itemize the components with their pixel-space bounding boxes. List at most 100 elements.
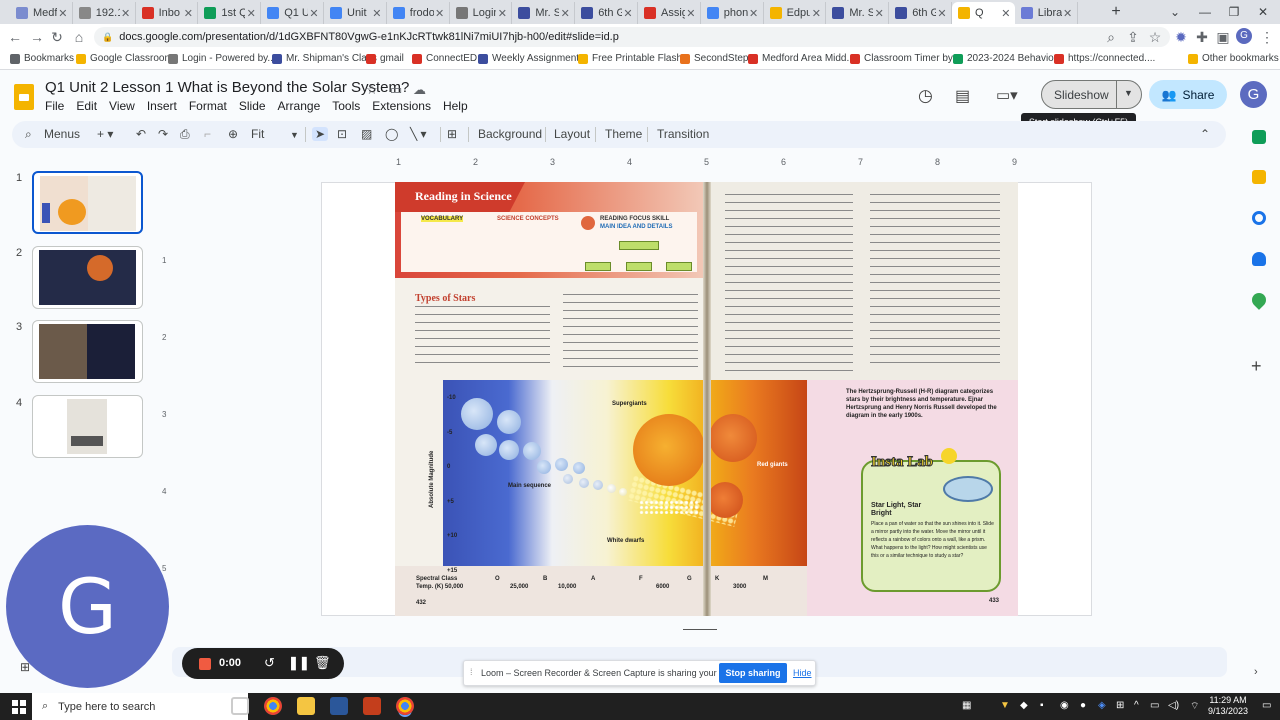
browser-tab[interactable]: Libra ✕ bbox=[1015, 2, 1078, 24]
tab-search-icon[interactable]: ⌄ bbox=[1166, 3, 1184, 21]
taskbar-clock[interactable]: 11:29 AM 9/13/2023 bbox=[1208, 695, 1248, 717]
slide-thumbnail-3[interactable] bbox=[32, 320, 143, 383]
share-button[interactable]: 👥 Share bbox=[1149, 80, 1227, 109]
menu-tools[interactable]: Tools bbox=[332, 99, 360, 115]
tray-app-icon[interactable]: ◉ bbox=[1060, 700, 1069, 711]
browser-tab[interactable]: Login✕ bbox=[450, 2, 513, 24]
bookmark-item[interactable]: 2023-2024 Behavio... bbox=[953, 53, 1062, 64]
show-hidden-icons[interactable]: ^ bbox=[1134, 700, 1139, 711]
slideshow-button[interactable]: Slideshow ▼ bbox=[1041, 80, 1142, 109]
browser-tab[interactable]: 1st Q ✕ bbox=[198, 2, 262, 24]
zoom-select[interactable]: Fit bbox=[251, 127, 264, 141]
tray-app-icon[interactable]: ◈ bbox=[1098, 700, 1106, 711]
delete-recording-icon[interactable]: 🗑 bbox=[314, 655, 331, 671]
zoom-dropdown-icon[interactable]: ▼ bbox=[290, 130, 299, 140]
line-icon[interactable]: ╲ ▾ bbox=[410, 127, 427, 141]
redo-icon[interactable]: ↷ bbox=[158, 127, 168, 141]
slides-logo-icon[interactable] bbox=[14, 84, 34, 110]
new-slide-icon[interactable]: + ▾ bbox=[97, 127, 113, 141]
menu-extensions[interactable]: Extensions bbox=[372, 99, 431, 115]
browser-profile-avatar[interactable]: G bbox=[1236, 28, 1252, 44]
hide-link[interactable]: Hide bbox=[793, 668, 812, 678]
undo-icon[interactable]: ↶ bbox=[136, 127, 146, 141]
maps-icon[interactable] bbox=[1249, 290, 1269, 310]
browser-tab[interactable]: Q ✕ bbox=[952, 2, 1015, 24]
slideshow-dropdown-icon[interactable]: ▼ bbox=[1124, 88, 1133, 98]
browser-tab[interactable]: Medf ✕ bbox=[10, 2, 73, 24]
bookmark-item[interactable]: Mr. Shipman's Class bbox=[272, 53, 377, 64]
close-tab-icon[interactable]: ✕ bbox=[245, 7, 257, 20]
chrome-app-icon[interactable] bbox=[264, 697, 282, 715]
close-tab-icon[interactable]: ✕ bbox=[936, 7, 948, 20]
minimize-button[interactable]: — bbox=[1196, 3, 1214, 21]
textbook-page-image[interactable]: Reading in Science VOCABULARY SCIENCE CO… bbox=[395, 182, 1018, 616]
file-explorer-icon[interactable] bbox=[297, 697, 315, 715]
menu-help[interactable]: Help bbox=[443, 99, 468, 115]
slide-thumbnail-1[interactable] bbox=[32, 171, 143, 234]
back-icon[interactable]: ← bbox=[6, 28, 24, 46]
close-tab-icon[interactable]: ✕ bbox=[810, 7, 822, 20]
keep-icon[interactable] bbox=[1252, 170, 1266, 184]
browser-tab[interactable]: Unit ✕ bbox=[324, 2, 387, 24]
version-history-icon[interactable]: ◷ bbox=[918, 86, 933, 106]
background-button[interactable]: Background bbox=[478, 127, 542, 141]
document-title[interactable]: Q1 Unit 2 Lesson 1 What is Beyond the So… bbox=[45, 79, 409, 96]
network-icon[interactable]: ▭ bbox=[1150, 700, 1159, 711]
browser-tab[interactable]: Inbo ✕ bbox=[136, 2, 199, 24]
address-bar[interactable]: 🔒 docs.google.com/presentation/d/1dGXBFN… bbox=[94, 27, 1170, 47]
contacts-icon[interactable] bbox=[1252, 252, 1266, 266]
pinned-app-icon[interactable] bbox=[363, 697, 381, 715]
menu-slide[interactable]: Slide bbox=[239, 99, 266, 115]
close-tab-icon[interactable]: ✕ bbox=[622, 7, 634, 20]
tray-app-icon[interactable]: ⊞ bbox=[1116, 700, 1124, 711]
text-box-icon[interactable]: ⊡ bbox=[337, 127, 347, 141]
collapse-toolbar-icon[interactable]: ⌃ bbox=[1200, 127, 1210, 141]
task-view-icon[interactable] bbox=[231, 697, 249, 715]
close-tab-icon[interactable]: ✕ bbox=[120, 7, 132, 20]
browser-tab[interactable]: Assig✕ bbox=[638, 2, 701, 24]
show-side-panel-icon[interactable]: › bbox=[1254, 666, 1258, 678]
close-tab-icon[interactable]: ✕ bbox=[371, 7, 383, 20]
account-avatar[interactable]: G bbox=[1240, 81, 1267, 108]
shape-icon[interactable]: ◯ bbox=[385, 127, 398, 141]
slide-thumbnail-2[interactable] bbox=[32, 246, 143, 309]
grid-view-icon[interactable]: ⊞ bbox=[20, 660, 30, 674]
keyboard-icon[interactable]: ▦ bbox=[962, 700, 971, 711]
star-icon[interactable]: ☆ bbox=[366, 82, 378, 98]
close-tab-icon[interactable]: ✕ bbox=[57, 7, 69, 20]
print-icon[interactable]: ⎙ bbox=[180, 127, 190, 142]
browser-tab[interactable]: 192.1✕ bbox=[73, 2, 136, 24]
meet-camera-icon[interactable]: ▭▾ bbox=[996, 86, 1018, 104]
move-folder-icon[interactable]: ▭ bbox=[390, 82, 402, 98]
side-panel-icon[interactable]: ▣ bbox=[1214, 28, 1232, 46]
forward-icon[interactable]: → bbox=[28, 28, 46, 46]
slide-thumbnail-4[interactable] bbox=[32, 395, 143, 458]
taskbar-search[interactable]: ⌕ Type here to search bbox=[32, 693, 248, 720]
notifications-icon[interactable]: ▭ bbox=[1262, 700, 1271, 711]
drag-handle-icon[interactable]: ⁞ bbox=[470, 667, 473, 677]
stop-recording-icon[interactable] bbox=[199, 658, 211, 670]
stop-sharing-button[interactable]: Stop sharing bbox=[719, 663, 787, 683]
close-tab-icon[interactable]: ✕ bbox=[434, 7, 446, 20]
notes-resize-handle[interactable] bbox=[683, 629, 717, 630]
zoom-icon-toolbar[interactable]: ⊕ bbox=[228, 127, 238, 141]
browser-tab[interactable]: phon ✕ bbox=[701, 2, 764, 24]
browser-menu-icon[interactable]: ⋮ bbox=[1258, 28, 1276, 46]
new-tab-button[interactable]: + bbox=[1107, 3, 1125, 21]
theme-button[interactable]: Theme bbox=[605, 127, 642, 141]
add-comment-icon[interactable]: ⊞ bbox=[447, 127, 457, 141]
browser-tab[interactable]: Q1 U ✕ bbox=[261, 2, 324, 24]
windows-start-icon[interactable] bbox=[12, 700, 26, 714]
close-tab-icon[interactable]: ✕ bbox=[748, 7, 760, 20]
sheets-icon[interactable] bbox=[1252, 130, 1266, 144]
bookmark-item[interactable]: Free Printable Flash... bbox=[578, 53, 690, 64]
menu-arrange[interactable]: Arrange bbox=[278, 99, 321, 115]
bookmark-item[interactable]: gmail bbox=[366, 53, 404, 64]
restart-recording-icon[interactable]: ↺ bbox=[264, 655, 275, 671]
close-tab-icon[interactable]: ✕ bbox=[559, 7, 571, 20]
layout-button[interactable]: Layout bbox=[554, 127, 590, 141]
bookmark-item[interactable]: SecondStep bbox=[680, 53, 749, 64]
extensions-puzzle-icon[interactable]: ✚ bbox=[1193, 28, 1211, 46]
bookmark-item[interactable]: Medford Area Midd... bbox=[748, 53, 855, 64]
wifi-icon[interactable]: ⌔ bbox=[1190, 700, 1199, 713]
